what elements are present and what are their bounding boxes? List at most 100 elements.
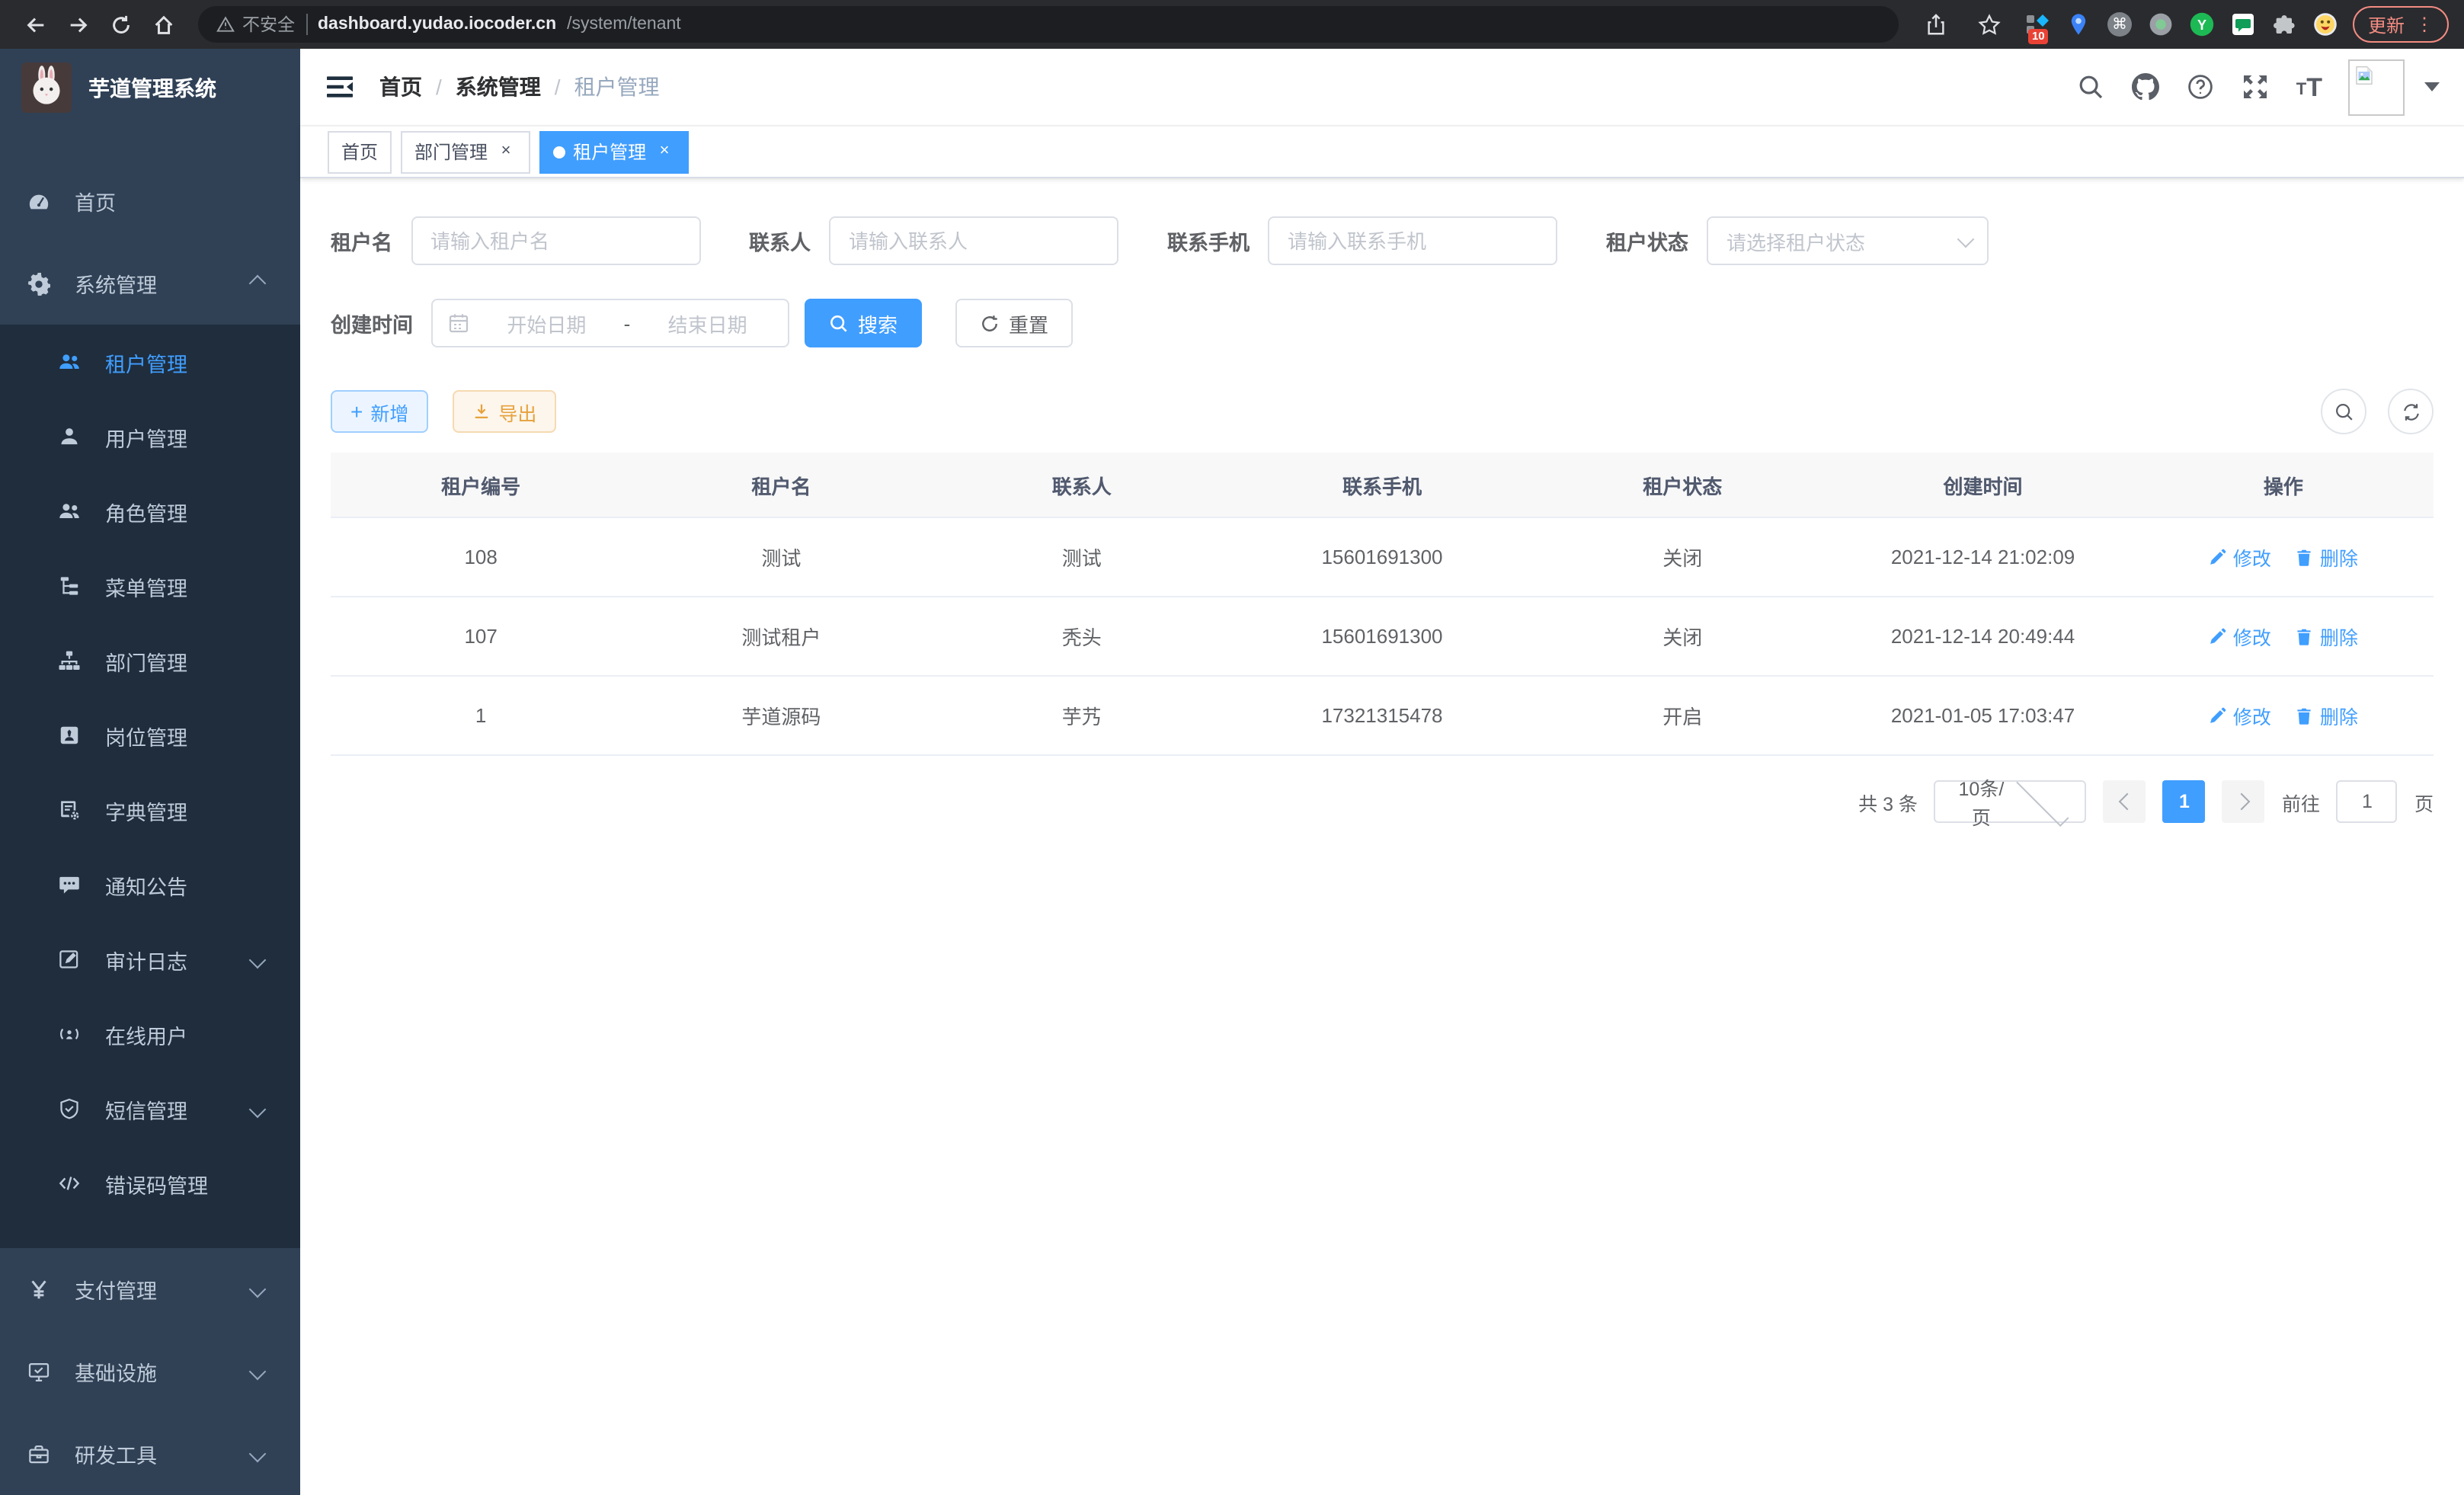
chrome-update-button[interactable]: 更新 ⋮ [2353, 6, 2449, 43]
sidebar-item-label: 支付管理 [75, 1274, 157, 1305]
refresh-table-icon[interactable] [2388, 389, 2434, 434]
help-icon[interactable] [2187, 72, 2216, 101]
extension-y-icon[interactable]: Y [2188, 11, 2216, 38]
badge-icon [58, 724, 81, 747]
toolbox-icon [27, 1442, 50, 1465]
address-bar[interactable]: 不安全 dashboard.yudao.iocoder.cn/system/te… [198, 6, 1899, 43]
breadcrumb-home[interactable]: 首页 [379, 72, 422, 102]
sidebar-item-system-management[interactable]: 系统管理 [0, 242, 300, 325]
sidebar-item-sms-management[interactable]: 短信管理 [0, 1071, 300, 1146]
close-icon[interactable]: × [495, 141, 517, 162]
date-range-picker[interactable]: 开始日期 - 结束日期 [431, 299, 789, 347]
column-header: 操作 [2133, 453, 2434, 517]
sidebar-collapse-icon[interactable] [325, 72, 355, 102]
browser-reload-button[interactable] [101, 5, 140, 44]
sidebar-item-home[interactable]: 首页 [0, 160, 300, 242]
sidebar-logo[interactable]: 芋道管理系统 [0, 49, 300, 126]
security-warning[interactable]: 不安全 [216, 12, 295, 37]
sidebar-item-tenant-management[interactable]: 租户管理 [0, 325, 300, 399]
share-icon[interactable] [1917, 5, 1957, 44]
browser-toolbar: 不安全 dashboard.yudao.iocoder.cn/system/te… [0, 0, 2464, 49]
sidebar-item-notice-announcement[interactable]: 通知公告 [0, 847, 300, 922]
date-end-placeholder[interactable]: 结束日期 [642, 309, 773, 338]
sidebar-item-dev-tools[interactable]: 研发工具 [0, 1413, 300, 1495]
contact-name-input[interactable] [829, 216, 1118, 265]
search-button[interactable]: 搜索 [805, 299, 922, 347]
sidebar-item-pay-management[interactable]: 支付管理 [0, 1248, 300, 1330]
export-button[interactable]: 导出 [453, 390, 556, 433]
contact-mobile-input[interactable] [1268, 216, 1557, 265]
cell-name: 芋道源码 [631, 676, 931, 755]
sidebar-item-label: 岗位管理 [105, 720, 187, 751]
reset-button[interactable]: 重置 [955, 299, 1073, 347]
tenant-status-select[interactable]: 请选择租户状态 [1707, 216, 1989, 265]
tenant-status-field: 租户状态请选择租户状态 [1606, 216, 1989, 265]
edit-link[interactable]: 修改 [2209, 622, 2271, 651]
sidebar-item-dict-management[interactable]: 字典管理 [0, 773, 300, 847]
sidebar-item-online-users[interactable]: 在线用户 [0, 997, 300, 1071]
avatar[interactable] [2348, 59, 2405, 115]
sidebar-item-label: 基础设施 [75, 1356, 157, 1387]
extension-puzzle-icon[interactable] [2270, 11, 2298, 38]
header-search-icon[interactable] [2077, 72, 2106, 101]
chevron-down-icon [249, 1363, 267, 1381]
extension-pin-icon[interactable] [2065, 11, 2092, 38]
column-header: 联系手机 [1232, 453, 1532, 517]
tenant-name-input[interactable] [411, 216, 700, 265]
hide-search-icon[interactable] [2321, 389, 2366, 434]
extension-record-icon[interactable] [2147, 11, 2174, 38]
github-icon[interactable] [2132, 72, 2161, 101]
cell-mobile: 15601691300 [1232, 597, 1532, 676]
close-icon[interactable]: × [654, 141, 675, 162]
browser-forward-button[interactable] [58, 5, 98, 44]
sidebar-item-audit-log[interactable]: 审计日志 [0, 922, 300, 997]
sidebar-item-user-management[interactable]: 用户管理 [0, 399, 300, 474]
edit-link[interactable]: 修改 [2209, 701, 2271, 730]
sidebar-item-error-code-management[interactable]: 错误码管理 [0, 1146, 300, 1221]
tab-tenant-management[interactable]: 租户管理× [539, 130, 689, 173]
goto-page-input[interactable] [2337, 780, 2398, 823]
sidebar-item-infrastructure[interactable]: 基础设施 [0, 1330, 300, 1413]
extension-blocks-icon[interactable]: 10 [2024, 11, 2051, 38]
sidebar-item-dept-management[interactable]: 部门管理 [0, 623, 300, 698]
date-start-placeholder[interactable]: 开始日期 [482, 309, 612, 338]
contact-name-label: 联系人 [749, 226, 811, 256]
browser-back-button[interactable] [15, 5, 55, 44]
extension-chat-icon[interactable] [2229, 11, 2257, 38]
delete-icon [2296, 706, 2314, 725]
cell-id: 108 [331, 517, 631, 597]
prev-page-button[interactable] [2104, 780, 2146, 823]
tab-dept-management[interactable]: 部门管理× [401, 130, 530, 173]
browser-menu-icon[interactable]: ⋮ [2415, 14, 2434, 35]
submenu-spacer [0, 1221, 300, 1248]
delete-link[interactable]: 删除 [2296, 622, 2358, 651]
extension-command-icon[interactable]: ⌘ [2106, 11, 2133, 38]
fullscreen-icon[interactable] [2242, 72, 2270, 101]
font-size-icon[interactable]: TT [2296, 74, 2322, 100]
add-button[interactable]: + 新增 [331, 390, 428, 433]
extension-emoji-icon[interactable] [2312, 11, 2339, 38]
breadcrumb-system[interactable]: 系统管理 [456, 72, 541, 102]
next-page-button[interactable] [2222, 780, 2265, 823]
warning-icon [216, 15, 235, 34]
cell-status: 开启 [1532, 676, 1832, 755]
message-icon [58, 873, 81, 896]
page-number-button[interactable]: 1 [2163, 780, 2206, 823]
delete-link[interactable]: 删除 [2296, 543, 2358, 571]
chevron-down-icon [249, 951, 267, 968]
chevron-left-icon [2119, 793, 2136, 811]
browser-home-button[interactable] [143, 5, 183, 44]
sidebar-item-role-management[interactable]: 角色管理 [0, 474, 300, 549]
monitor-icon [27, 1360, 50, 1383]
column-header: 租户名 [631, 453, 931, 517]
edit-link[interactable]: 修改 [2209, 543, 2271, 571]
sidebar-item-menu-management[interactable]: 菜单管理 [0, 549, 300, 623]
tab-home[interactable]: 首页 [328, 130, 392, 173]
tenant-name-label: 租户名 [331, 226, 392, 256]
sidebar-item-post-management[interactable]: 岗位管理 [0, 698, 300, 773]
page-size-select[interactable]: 10条/页 [1934, 780, 2087, 823]
tenant-table: 租户编号租户名联系人联系手机租户状态创建时间操作 108测试测试15601691… [331, 453, 2434, 756]
bookmark-star-icon[interactable] [1970, 5, 2010, 44]
avatar-dropdown-icon[interactable] [2424, 82, 2440, 91]
delete-link[interactable]: 删除 [2296, 701, 2358, 730]
